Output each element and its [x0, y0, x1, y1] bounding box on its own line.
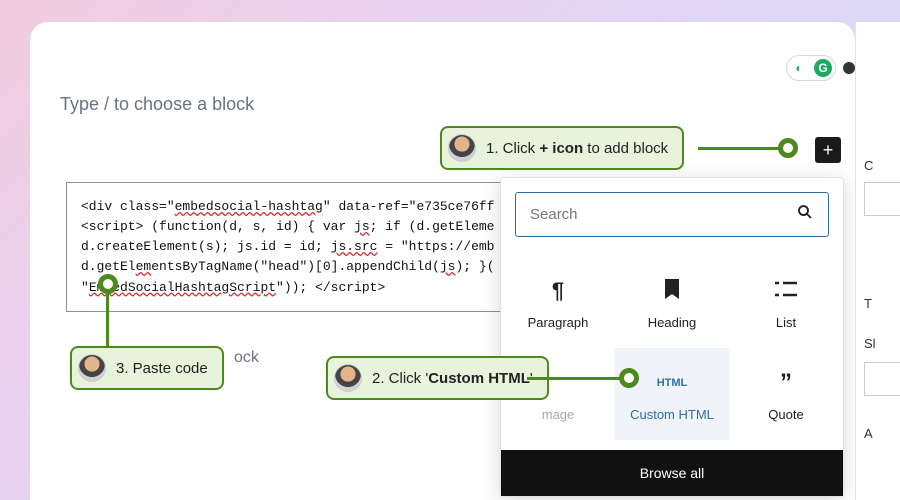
- block-label: List: [776, 315, 796, 330]
- sidebar-field-2[interactable]: [864, 362, 900, 396]
- sidebar-label-t: T: [864, 296, 872, 311]
- truncated-placeholder: ock: [234, 349, 259, 367]
- callout-step-1: 1. Click + icon to add block: [440, 126, 684, 170]
- sidebar-label-c: C: [864, 158, 873, 173]
- block-grid: ¶ Paragraph Heading List mage HTML Custo…: [501, 256, 843, 440]
- connector-line-1: [698, 147, 782, 150]
- browse-all-button[interactable]: Browse all: [501, 450, 843, 496]
- callout-text: 2. Click 'Custom HTML': [372, 370, 533, 387]
- browse-label: Browse all: [640, 465, 705, 481]
- html-icon: HTML: [657, 377, 688, 389]
- paragraph-icon: ¶: [552, 278, 564, 304]
- editor-card: ◐ G Type / to choose a block <div class=…: [30, 22, 855, 500]
- bookmark-icon: [663, 279, 681, 302]
- sidebar-label-s: Sl: [864, 336, 876, 351]
- connector-line-2: [527, 377, 625, 380]
- block-inserter-panel: ¶ Paragraph Heading List mage HTML Custo…: [500, 177, 844, 497]
- callout-text: 3. Paste code: [116, 360, 208, 377]
- block-placeholder[interactable]: Type / to choose a block: [60, 94, 254, 115]
- callout-text: 1. Click + icon to add block: [486, 140, 668, 157]
- block-label: Paragraph: [528, 315, 589, 330]
- bulb-icon: ◐: [790, 59, 808, 77]
- block-label: mage: [542, 407, 575, 422]
- list-icon: [775, 281, 797, 300]
- quote-icon: ”: [780, 369, 792, 397]
- sidebar-field-1[interactable]: [864, 182, 900, 216]
- block-item-paragraph[interactable]: ¶ Paragraph: [501, 256, 615, 348]
- block-label: Heading: [648, 315, 696, 330]
- grammarly-icon: G: [814, 59, 832, 77]
- search-input[interactable]: [530, 206, 796, 223]
- right-sidebar: C T Sl A: [855, 22, 900, 500]
- block-item-list[interactable]: List: [729, 256, 843, 348]
- connector-dot-2: [619, 368, 639, 388]
- avatar-icon: [448, 134, 476, 162]
- connector-dot-3: [98, 274, 118, 294]
- callout-step-3: 3. Paste code: [70, 346, 224, 390]
- add-block-button[interactable]: +: [815, 137, 841, 163]
- block-label: Quote: [768, 407, 803, 422]
- search-wrap: [515, 192, 829, 237]
- callout-step-2: 2. Click 'Custom HTML': [326, 356, 549, 400]
- code-block[interactable]: <div class="embedsocial-hashtag" data-re…: [66, 182, 524, 312]
- block-label: Custom HTML: [630, 407, 714, 422]
- assistant-badge[interactable]: ◐ G: [786, 55, 836, 81]
- plus-icon: +: [823, 140, 834, 161]
- block-item-custom-html[interactable]: HTML Custom HTML: [615, 348, 729, 440]
- sidebar-label-a: A: [864, 426, 873, 441]
- avatar-icon: [334, 364, 362, 392]
- connector-line-3: [106, 290, 109, 348]
- search-icon[interactable]: [796, 203, 814, 226]
- connector-dot-1: [778, 138, 798, 158]
- block-item-quote[interactable]: ” Quote: [729, 348, 843, 440]
- edge-dot: [843, 62, 855, 74]
- avatar-icon: [78, 354, 106, 382]
- block-item-heading[interactable]: Heading: [615, 256, 729, 348]
